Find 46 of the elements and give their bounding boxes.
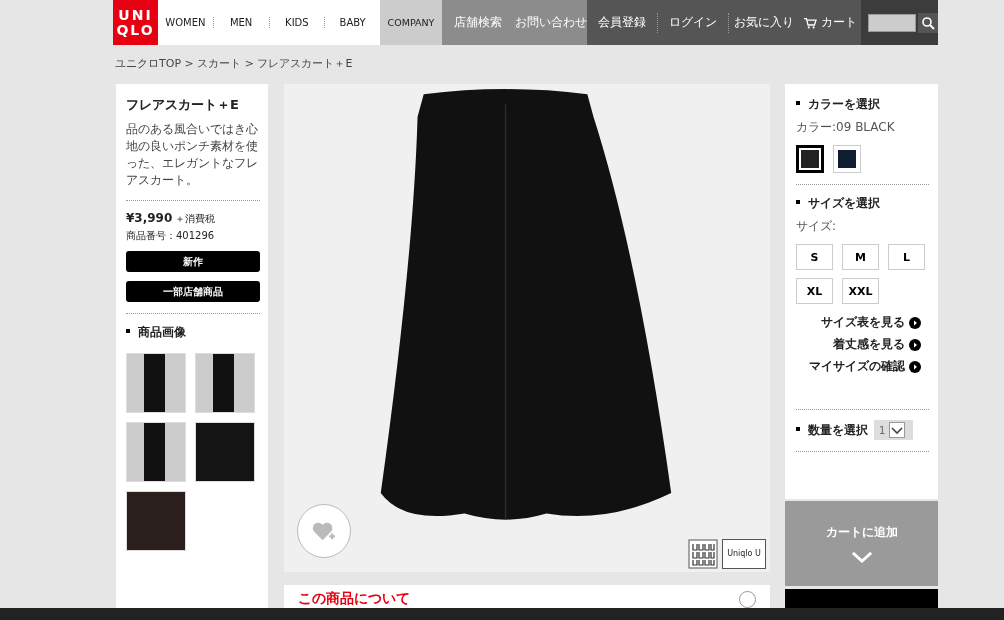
link[interactable]: サイズ表を見る <box>821 314 905 331</box>
arrow-circle-icon[interactable] <box>909 316 921 329</box>
product-description: 品のある風合いではき心地の良いポンチ素材を使った、エレガントなフレアスカート。 <box>126 121 259 189</box>
product-tag: 一部店舗商品 <box>126 281 260 302</box>
search-field[interactable] <box>868 13 916 32</box>
uniqlo-logo[interactable]: UNI QLO <box>113 0 158 45</box>
size-button[interactable]: XL <box>796 278 833 304</box>
search-icon[interactable] <box>918 12 938 33</box>
section-heading: 商品画像 <box>126 324 260 341</box>
product-number: 商品番号：401296 <box>126 229 216 243</box>
section-heading: 数量を選択 <box>796 421 868 439</box>
section-heading: カラーを選択 <box>796 96 929 113</box>
size-button[interactable]: M <box>842 244 879 270</box>
section-heading: サイズを選択 <box>796 195 929 212</box>
link[interactable]: マイサイズの確認 <box>809 358 905 375</box>
size-label: サイズ: <box>796 218 838 235</box>
arrow-circle-icon[interactable] <box>909 360 921 373</box>
breadcrumb: ユニクロTOP > スカート > フレアスカート＋E <box>114 56 354 72</box>
chevron-down-icon <box>850 551 873 563</box>
color-swatch[interactable] <box>796 145 824 173</box>
nav-link[interactable]: 会員登録 <box>587 12 657 33</box>
tax-note: ＋消費税 <box>175 212 216 226</box>
photo-placeholder[interactable] <box>195 422 255 482</box>
section-heading: この商品について <box>298 591 410 605</box>
nav-link[interactable]: MEN <box>212 17 269 28</box>
nav-link[interactable]: KIDS <box>268 17 325 28</box>
product-tag: 新作 <box>126 251 260 272</box>
photo-placeholder[interactable] <box>126 491 186 551</box>
photo-placeholder[interactable] <box>126 422 186 482</box>
size-button[interactable]: XXL <box>842 278 879 304</box>
pattern-badge-icon <box>688 539 718 569</box>
product-title: フレアスカート＋E <box>126 96 240 114</box>
photo-placeholder[interactable] <box>126 353 186 413</box>
quantity-select[interactable]: 1 <box>874 420 913 440</box>
size-button[interactable]: L <box>888 244 925 270</box>
size-button[interactable]: S <box>796 244 833 270</box>
color-label: カラー:09 BLACK <box>796 119 896 136</box>
chevron-down-icon <box>889 422 906 438</box>
arrow-circle-icon[interactable] <box>909 338 921 351</box>
nav-link[interactable]: WOMEN <box>158 17 213 28</box>
price: ¥3,990 <box>126 211 173 225</box>
photo-placeholder[interactable] <box>195 353 255 413</box>
cart-icon <box>803 16 817 29</box>
brand-badge: Uniqlo U <box>722 539 766 569</box>
link[interactable]: 着丈感を見る <box>833 336 905 353</box>
nav-link[interactable]: ログイン <box>657 12 728 33</box>
